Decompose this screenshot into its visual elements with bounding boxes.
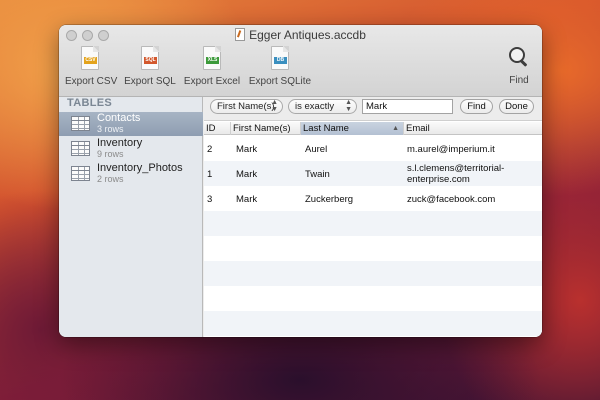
- title-toolbar: Egger Antiques.accdb CSV Export CSV SQL …: [59, 25, 542, 97]
- table-body: 2 Mark Aurel m.aurel@imperium.it 1 Mark …: [204, 136, 542, 337]
- row-stripe: [204, 236, 542, 261]
- cell-last-name: Aurel: [305, 144, 328, 155]
- filter-bar: First Name(s) ▲ ▼ is exactly ▲ ▼ Mark Find…: [204, 97, 542, 121]
- sql-file-icon: SQL: [141, 46, 159, 70]
- sqlite-file-icon: DB: [271, 46, 289, 70]
- cell-first-name: Mark: [236, 194, 258, 205]
- tables-sidebar: TABLES Contacts 3 rows Inventory 9 rows …: [59, 97, 203, 337]
- sidebar-header: TABLES: [67, 97, 112, 109]
- cell-last-name: Zuckerberg: [305, 194, 354, 205]
- sidebar-item-rowcount: 2 rows: [97, 174, 124, 184]
- window-title: Egger Antiques.accdb: [59, 28, 542, 44]
- cell-first-name: Mark: [236, 144, 258, 155]
- cell-email: s.l.clemens@territorial-: [407, 163, 505, 174]
- column-header-id[interactable]: ID: [204, 122, 231, 135]
- table-icon: [71, 116, 90, 131]
- table-icon: [71, 141, 90, 156]
- cell-id: 2: [207, 144, 213, 155]
- cell-first-name: Mark: [236, 169, 258, 180]
- table-view: First Name(s) ▲ ▼ is exactly ▲ ▼ Mark Find…: [204, 97, 542, 337]
- table-header: ID First Name(s) Last Name ▲ Email: [204, 122, 542, 135]
- row-stripe: [204, 261, 542, 286]
- cell-last-name: Twain: [305, 169, 330, 180]
- cell-id: 3: [207, 194, 213, 205]
- sql-tag: SQL: [144, 57, 157, 64]
- table-row[interactable]: 1 Mark Twain s.l.clemens@territorial- en…: [204, 161, 542, 186]
- table-row[interactable]: 3 Mark Zuckerberg zuck@facebook.com: [204, 186, 542, 211]
- column-header-last-name-label: Last Name: [303, 123, 349, 134]
- csv-file-icon: CSV: [81, 46, 99, 70]
- sidebar-item-inventory[interactable]: Inventory 9 rows: [59, 137, 203, 161]
- operator-select[interactable]: is exactly ▲ ▼: [288, 99, 357, 114]
- field-select-value: First Name(s): [217, 101, 275, 112]
- updown-arrows-icon: ▲ ▼: [271, 99, 278, 113]
- export-excel-button[interactable]: XLS Export Excel: [183, 46, 241, 87]
- cell-id: 1: [207, 169, 213, 180]
- sidebar-item-contacts[interactable]: Contacts 3 rows: [59, 112, 203, 136]
- table-icon: [71, 166, 90, 181]
- find-button[interactable]: Find: [460, 99, 493, 114]
- export-excel-label: Export Excel: [183, 76, 241, 87]
- done-button[interactable]: Done: [499, 99, 534, 114]
- sidebar-item-name: Contacts: [97, 112, 141, 124]
- db-tag: DB: [274, 57, 287, 64]
- row-stripe: [204, 211, 542, 236]
- field-select[interactable]: First Name(s) ▲ ▼: [210, 99, 283, 114]
- find-toolbar-label: Find: [509, 75, 529, 86]
- excel-file-icon: XLS: [203, 46, 221, 70]
- cell-email: zuck@facebook.com: [407, 194, 496, 205]
- operator-select-value: is exactly: [295, 101, 335, 112]
- sidebar-item-inventory-photos[interactable]: Inventory_Photos 2 rows: [59, 162, 203, 186]
- sidebar-item-rowcount: 3 rows: [97, 124, 124, 134]
- column-header-email[interactable]: Email: [404, 122, 542, 135]
- row-stripe: [204, 286, 542, 311]
- export-sql-label: Export SQL: [124, 76, 176, 87]
- xls-tag: XLS: [206, 57, 219, 64]
- export-csv-label: Export CSV: [65, 76, 118, 87]
- export-sqlite-label: Export SQLite: [248, 76, 312, 87]
- sidebar-item-name: Inventory_Photos: [97, 162, 183, 174]
- export-csv-button[interactable]: CSV Export CSV: [65, 46, 118, 87]
- column-header-first-name[interactable]: First Name(s): [231, 122, 301, 135]
- row-stripe: [204, 311, 542, 336]
- sort-ascending-icon: ▲: [392, 125, 399, 132]
- column-header-last-name[interactable]: Last Name ▲: [301, 122, 404, 135]
- app-window: Egger Antiques.accdb CSV Export CSV SQL …: [59, 25, 542, 337]
- export-sql-button[interactable]: SQL Export SQL: [124, 46, 176, 87]
- document-icon: [235, 28, 246, 41]
- csv-tag: CSV: [84, 57, 97, 64]
- cell-email: m.aurel@imperium.it: [407, 144, 495, 155]
- find-toolbar-button[interactable]: Find: [506, 47, 532, 86]
- updown-arrows-icon: ▲ ▼: [345, 99, 352, 113]
- export-sqlite-button[interactable]: DB Export SQLite: [248, 46, 312, 87]
- sidebar-item-rowcount: 9 rows: [97, 149, 124, 159]
- cell-email-continued: enterprise.com: [407, 174, 470, 185]
- table-row[interactable]: 2 Mark Aurel m.aurel@imperium.it: [204, 136, 542, 161]
- filter-value-input[interactable]: Mark: [362, 99, 453, 114]
- window-title-text: Egger Antiques.accdb: [249, 28, 366, 42]
- sidebar-item-name: Inventory: [97, 137, 143, 149]
- magnifier-icon: [509, 47, 529, 67]
